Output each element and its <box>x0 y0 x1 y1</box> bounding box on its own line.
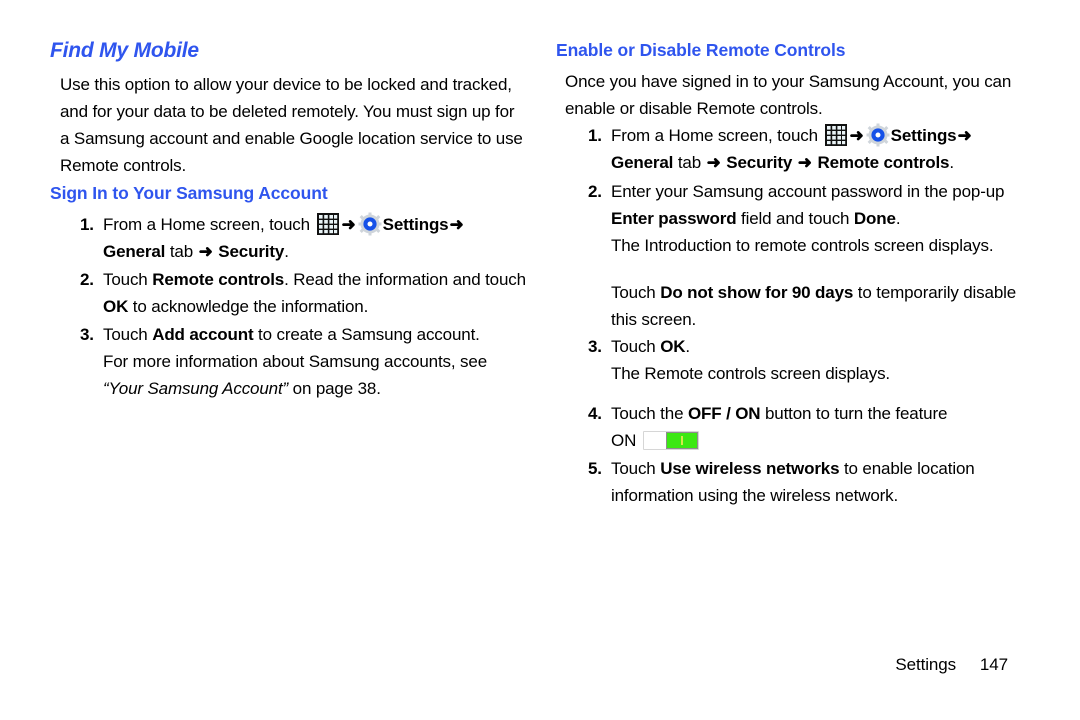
period: . <box>284 242 289 261</box>
step-text-part: Touch <box>103 270 153 289</box>
list-item: 1. From a Home screen, touch ➜ Settings➜ G… <box>40 211 530 265</box>
cross-reference-title: “Your Samsung Account” <box>103 379 289 398</box>
step-text-part: Touch the <box>611 404 688 423</box>
enter-password-label: Enter password <box>611 209 737 228</box>
subtext-part: For more information about Samsung accou… <box>103 352 487 371</box>
step-number: 2. <box>80 270 94 289</box>
do-not-show-label: Do not show for 90 days <box>660 283 854 302</box>
step-text-part: Touch <box>611 459 661 478</box>
general-tab-label: General <box>611 153 674 172</box>
period: . <box>685 337 690 356</box>
apps-grid-icon <box>824 124 847 146</box>
step-text: Touch Remote controls. Read the informat… <box>103 270 526 316</box>
section-title-enable-disable: Enable or Disable Remote Controls <box>556 40 846 60</box>
step-number: 1. <box>588 126 602 145</box>
step-text: Enter your Samsung account password in t… <box>611 182 1004 228</box>
page-title: Find My Mobile <box>50 39 199 62</box>
step-number: 3. <box>588 337 602 356</box>
step-number: 1. <box>80 215 94 234</box>
arrow-icon: ➜ <box>797 153 812 172</box>
list-item: 3. Touch OK. <box>548 333 1028 360</box>
manual-page: Find My Mobile Use this option to allow … <box>0 0 1080 720</box>
on-state-label: ON <box>611 431 637 450</box>
settings-label: Settings <box>890 126 957 145</box>
step-text-part: . Read the information and touch <box>284 270 526 289</box>
security-label: Security <box>726 153 793 172</box>
settings-gear-icon <box>866 123 890 147</box>
step-text: From a Home screen, touch ➜ Settings➜ Gene… <box>611 123 973 172</box>
arrow-icon: ➜ <box>341 215 356 234</box>
list-item: 1. From a Home screen, touch ➜ Settings➜ G… <box>548 122 1028 176</box>
step-text-part: button to turn the feature <box>760 404 948 423</box>
step-text-part: to create a Samsung account. <box>253 325 480 344</box>
step-text-part: From a Home screen, touch <box>611 126 823 145</box>
enable-disable-intro: Once you have signed in to your Samsung … <box>565 72 1012 118</box>
remote-controls-label: Remote controls <box>817 153 950 172</box>
list-item: 5. Touch Use wireless networks to enable… <box>548 455 1028 509</box>
step-text-part: field and touch <box>736 209 854 228</box>
step-number: 2. <box>588 182 602 201</box>
list-item: 2. Enter your Samsung account password i… <box>548 178 1028 232</box>
step-text: From a Home screen, touch ➜ Settings➜ Gene… <box>103 212 465 261</box>
step-text: Touch Use wireless networks to enable lo… <box>611 459 975 505</box>
arrow-icon: ➜ <box>198 242 213 261</box>
tab-word: tab <box>165 242 198 261</box>
cross-reference-page: on page 38. <box>288 379 381 398</box>
step-text-part: Enter your Samsung account password in t… <box>611 182 1005 201</box>
settings-gear-icon <box>358 212 382 236</box>
step-text: Touch Add account to create a Samsung ac… <box>103 325 480 344</box>
subtext-part: Touch <box>611 283 661 302</box>
step-number: 3. <box>80 325 94 344</box>
arrow-icon: ➜ <box>706 153 721 172</box>
general-tab-label: General <box>103 242 166 261</box>
step-text-part: From a Home screen, touch <box>103 215 315 234</box>
list-item: 2. Touch Remote controls. Read the infor… <box>40 266 530 320</box>
remote-controls-label: Remote controls <box>152 270 285 289</box>
list-item: 4. Touch the OFF / ON button to turn the… <box>548 400 1028 454</box>
step-text-part: Touch <box>611 337 661 356</box>
step-subtext: The Remote controls screen displays. <box>611 364 891 383</box>
step-number: 5. <box>588 459 602 478</box>
off-on-toggle[interactable] <box>643 431 700 450</box>
ok-label: OK <box>660 337 686 356</box>
step-subtext: Touch Do not show for 90 days to tempora… <box>548 279 1028 333</box>
period: . <box>949 153 954 172</box>
step-subtext: For more information about Samsung accou… <box>40 348 530 402</box>
page-footer: Settings 147 <box>548 655 1008 675</box>
settings-label: Settings <box>382 215 449 234</box>
toggle-knob[interactable] <box>666 432 699 449</box>
add-account-label: Add account <box>152 325 254 344</box>
step-number: 4. <box>588 404 602 423</box>
list-item: 3. Touch Add account to create a Samsung… <box>40 321 530 348</box>
security-label: Security <box>218 242 285 261</box>
use-wireless-networks-label: Use wireless networks <box>660 459 840 478</box>
ok-label: OK <box>103 297 129 316</box>
footer-page-number: 147 <box>979 655 1008 674</box>
section-title-sign-in: Sign In to Your Samsung Account <box>50 183 328 203</box>
step-subtext: The Introduction to remote controls scre… <box>611 236 994 255</box>
apps-grid-icon <box>316 213 339 235</box>
tab-word: tab <box>673 153 706 172</box>
off-on-label: OFF / ON <box>687 404 761 423</box>
find-my-mobile-intro: Use this option to allow your device to … <box>60 75 523 175</box>
step-text: Touch OK. <box>611 337 690 356</box>
arrow-icon: ➜ <box>957 126 972 145</box>
arrow-icon: ➜ <box>449 215 464 234</box>
step-text-part: Touch <box>103 325 153 344</box>
step-text-part: to acknowledge the information. <box>128 297 369 316</box>
footer-section-label: Settings <box>895 655 956 674</box>
period: . <box>895 209 901 228</box>
arrow-icon: ➜ <box>849 126 864 145</box>
done-label: Done <box>853 209 896 228</box>
step-text: Touch the OFF / ON button to turn the fe… <box>611 404 947 450</box>
